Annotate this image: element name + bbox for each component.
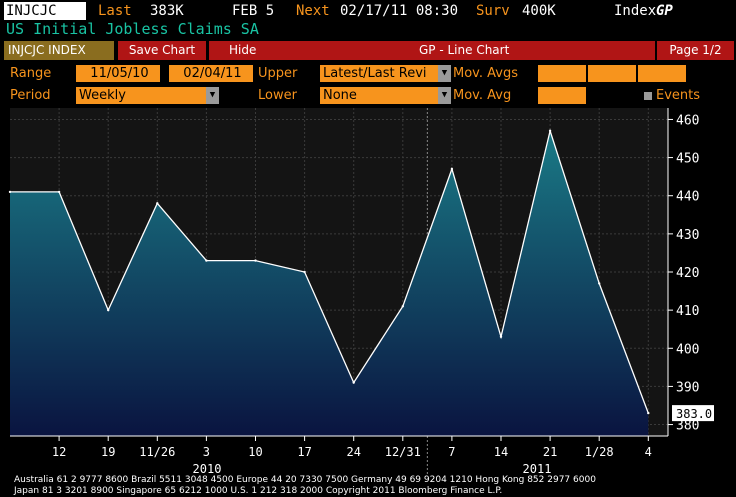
last-label: Last xyxy=(98,3,132,19)
footer-copyright: Japan 81 3 3201 8900 Singapore 65 6212 1… xyxy=(14,486,503,496)
x-tick-label: 12 xyxy=(52,445,66,459)
mov-avg-lower-input[interactable] xyxy=(538,87,586,104)
next-label: Next xyxy=(296,3,330,19)
y-tick-label: 450 xyxy=(676,152,699,167)
next-value: 02/17/11 08:30 xyxy=(340,3,459,19)
save-chart-button[interactable]: Save Chart xyxy=(118,41,206,60)
data-point xyxy=(401,305,404,308)
y-tick-label: 460 xyxy=(676,113,699,128)
y-tick-label: 430 xyxy=(676,228,699,243)
data-point xyxy=(598,282,601,285)
data-point xyxy=(57,190,61,194)
data-point xyxy=(107,308,110,312)
data-point xyxy=(352,381,355,384)
x-tick-label: 4 xyxy=(645,445,652,459)
data-point xyxy=(450,167,454,171)
y-tick-label: 410 xyxy=(676,304,699,319)
range-start-input[interactable]: 11/05/10 xyxy=(76,65,160,82)
data-point xyxy=(303,270,306,274)
period-label: Period xyxy=(10,88,51,103)
tab-index[interactable]: INJCJC INDEX xyxy=(4,41,114,60)
lower-label: Lower xyxy=(258,88,297,103)
y-tick-label: 420 xyxy=(676,266,699,281)
surv-label: Surv xyxy=(476,3,510,19)
x-tick-label: 1/28 xyxy=(585,445,614,459)
security-description: US Initial Jobless Claims SA xyxy=(6,20,259,38)
upper-label: Upper xyxy=(258,66,298,81)
controls-panel: Range 11/05/10 02/04/11 Upper Latest/Las… xyxy=(4,62,712,106)
mov-avgs-label: Mov. Avgs xyxy=(453,66,518,81)
x-tick-label: 14 xyxy=(494,445,508,459)
events-checkbox[interactable] xyxy=(644,92,652,100)
mov-avg-label: Mov. Avg xyxy=(453,88,512,103)
y-tick-label: 440 xyxy=(676,190,699,205)
x-tick-label: 12/31 xyxy=(385,445,421,459)
events-label: Events xyxy=(656,88,701,103)
lower-dropdown-icon[interactable]: ▼ xyxy=(438,87,451,104)
range-label: Range xyxy=(10,66,52,81)
data-point xyxy=(499,335,503,338)
upper-select[interactable]: Latest/Last Revi xyxy=(320,65,438,82)
y-tick-label: 400 xyxy=(676,342,699,357)
range-end-input[interactable]: 02/04/11 xyxy=(169,65,253,82)
period-dropdown-icon[interactable]: ▼ xyxy=(206,87,219,104)
x-tick-label: 17 xyxy=(297,445,311,459)
x-axis: 12 19 11/26 3 10 17 24 12/31 7 14 21 1/28 4 2010 2011 xyxy=(10,435,668,476)
mov-avg-1-input[interactable] xyxy=(538,65,586,82)
mov-avg-3-input[interactable] xyxy=(638,65,686,82)
data-point xyxy=(647,411,650,415)
y-axis: 380390400410420430440450460383.0 xyxy=(667,108,714,436)
x-tick-label: 3 xyxy=(203,445,210,459)
period-select[interactable]: Weekly xyxy=(76,87,206,104)
page-indicator[interactable]: Page 1/2 xyxy=(657,41,734,60)
last-value-label: 383.0 xyxy=(676,407,712,421)
gp-function: GP xyxy=(656,3,673,19)
data-point xyxy=(205,259,208,262)
data-point xyxy=(8,190,12,194)
x-tick-label: 21 xyxy=(543,445,557,459)
x-tick-label: 7 xyxy=(448,445,455,459)
x-tick-label: 24 xyxy=(346,445,360,459)
lower-select[interactable]: None xyxy=(320,87,438,104)
index-label: Index xyxy=(614,3,657,19)
x-tick-label: 11/26 xyxy=(139,445,175,459)
chart-title: GP - Line Chart xyxy=(419,43,510,57)
y-tick-label: 390 xyxy=(676,380,699,395)
surv-value: 400K xyxy=(522,3,556,19)
x-tick-label: 10 xyxy=(248,445,262,459)
ticker-box[interactable]: INJCJC xyxy=(4,2,86,20)
year-label: 2011 xyxy=(523,462,552,476)
data-point xyxy=(548,129,552,133)
x-tick-label: 19 xyxy=(101,445,115,459)
release-date: FEB 5 xyxy=(232,3,275,19)
year-label: 2010 xyxy=(193,462,222,476)
hide-button[interactable]: Hide xyxy=(229,41,256,60)
tab-row: INJCJC INDEX Save Chart Hide GP - Line C… xyxy=(4,41,734,60)
data-point xyxy=(156,202,159,205)
mov-avg-2-input[interactable] xyxy=(588,65,636,82)
footer-contacts: Australia 61 2 9777 8600 Brazil 5511 304… xyxy=(14,475,596,485)
title-bar: Hide GP - Line Chart xyxy=(209,41,655,60)
data-point xyxy=(254,259,257,262)
last-value: 383K xyxy=(150,3,184,19)
upper-dropdown-icon[interactable]: ▼ xyxy=(438,65,451,82)
line-chart: 380390400410420430440450460383.0 12 19 11/… xyxy=(8,108,714,476)
